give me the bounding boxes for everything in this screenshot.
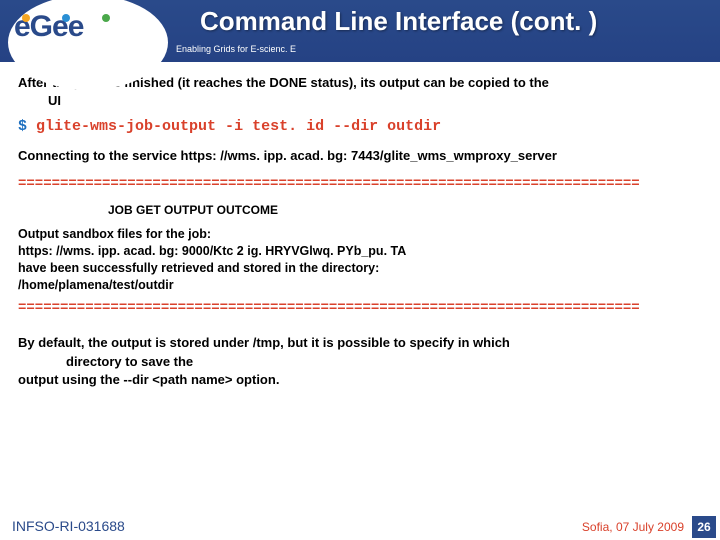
footer-date-location: Sofia, 07 July 2009 [582,520,684,534]
footer-left-id: INFSO-RI-031688 [12,518,125,534]
separator-bottom: ========================================… [18,299,702,318]
outcome-line-2: https: //wms. ipp. acad. bg: 9000/Ktc 2 … [18,243,702,260]
connecting-text: Connecting to the service https: //wms. … [18,147,702,165]
bottom-line-3: output using the --dir <path name> optio… [18,372,279,387]
outcome-line-3: have been successfully retrieved and sto… [18,260,702,277]
command-text: glite-wms-job-output -i test. id --dir o… [36,118,441,135]
bottom-line-1: By default, the output is stored under /… [18,335,510,350]
outcome-title: JOB GET OUTPUT OUTCOME [108,202,702,218]
intro-line-2: UI [48,92,702,110]
outcome-line-1: Output sandbox files for the job: [18,226,702,243]
logo-dot-icon [102,14,110,22]
outcome-body: Output sandbox files for the job: https:… [18,226,702,294]
slide-number-badge: 26 [692,516,716,538]
slide-title: Command Line Interface (cont. ) [200,6,597,37]
slide-header: eGee Command Line Interface (cont. ) Ena… [0,0,720,62]
slide-content: After the job has finished (it reaches t… [0,62,720,389]
logo-area: eGee [0,0,165,62]
logo-dot-icon [62,14,70,22]
separator-top: ========================================… [18,175,702,194]
prompt-dollar: $ [18,118,27,135]
outcome-line-4: /home/plamena/test/outdir [18,277,702,294]
slide-footer: INFSO-RI-031688 Sofia, 07 July 2009 26 [0,514,720,540]
bottom-line-2: directory to save the [66,353,702,371]
command-line: $ glite-wms-job-output -i test. id --dir… [18,117,702,137]
bottom-paragraph: By default, the output is stored under /… [18,334,702,389]
logo-dot-icon [22,14,30,22]
slide-tagline: Enabling Grids for E-scienc. E [176,44,296,54]
